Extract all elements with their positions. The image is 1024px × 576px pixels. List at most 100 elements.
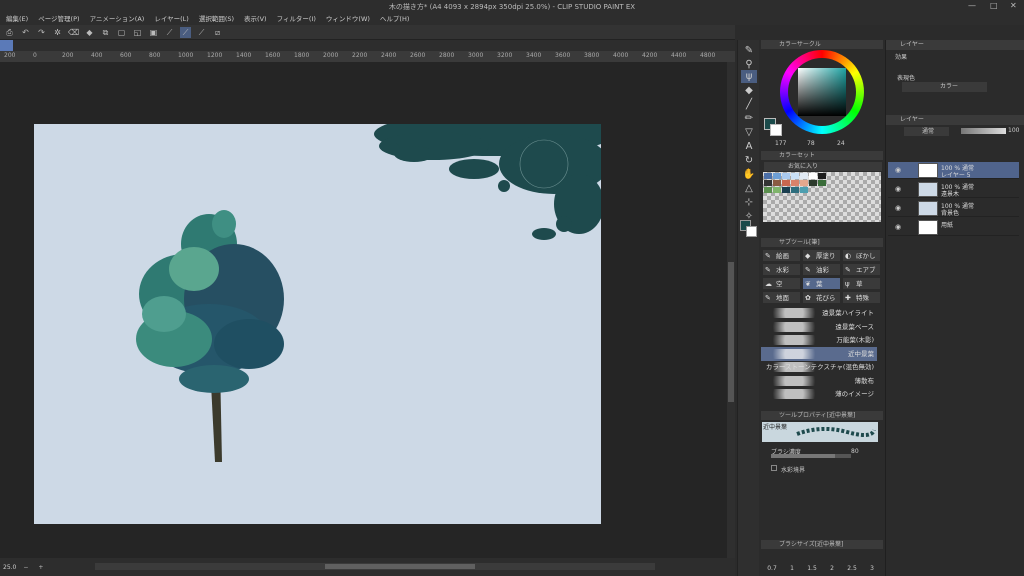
brush-item[interactable]: 薄のイメージ xyxy=(761,387,877,401)
subtool-group-10[interactable]: ✿ 花びら xyxy=(802,291,841,304)
color-set-dropdown[interactable]: お気に入り xyxy=(764,162,882,171)
subtool-group-5[interactable]: ✎エアブラシ xyxy=(842,263,881,287)
brush-size-preset[interactable]: 3 xyxy=(863,552,881,574)
color-wheel[interactable] xyxy=(780,50,864,134)
color-swatch[interactable] xyxy=(782,187,790,193)
color-swatch[interactable] xyxy=(791,187,799,193)
settings-icon[interactable]: ✲ xyxy=(52,27,63,38)
color-swatch[interactable] xyxy=(782,180,790,186)
color-swatch[interactable] xyxy=(791,173,799,179)
density-slider[interactable] xyxy=(771,454,851,458)
brush-item[interactable]: カラーストーンテクスチャ(混色無効) xyxy=(761,360,877,374)
menu-selection[interactable]: 選択範囲(S) xyxy=(199,13,234,25)
maximize-button[interactable]: □ xyxy=(990,1,998,10)
color-swatch[interactable] xyxy=(809,173,817,179)
zoom-in-icon[interactable]: + xyxy=(35,562,46,573)
vertical-scrollbar[interactable] xyxy=(727,62,735,558)
visibility-eye-icon[interactable]: ◉ xyxy=(895,185,901,193)
layer-row[interactable]: ◉ 100 % 通常 レイヤー 5 xyxy=(888,162,1019,179)
subtool-group-1[interactable]: ◆ 厚塗り xyxy=(802,249,841,262)
color-swatch[interactable] xyxy=(800,173,808,179)
subtool-group-0[interactable]: ✎ 絵画 xyxy=(762,249,801,262)
minimize-button[interactable]: — xyxy=(968,1,976,10)
brush-item[interactable]: 遠景葉ベース xyxy=(761,320,877,334)
menu-edit[interactable]: 編集(E) xyxy=(6,13,28,25)
liquify-icon[interactable]: ✋ xyxy=(741,168,757,181)
subtool-group-2[interactable]: ◐ ぼかし xyxy=(842,249,881,262)
color-swatch[interactable] xyxy=(764,180,772,186)
fill-bucket-icon[interactable]: ◆ xyxy=(741,84,757,97)
visibility-eye-icon[interactable]: ◉ xyxy=(895,223,901,231)
brush-size-preset[interactable]: 2.5 xyxy=(843,552,861,574)
snap-ruler-icon[interactable]: ⟋ xyxy=(164,27,175,38)
color-swatch[interactable] xyxy=(818,180,826,186)
color-swatch[interactable] xyxy=(764,173,772,179)
density-value[interactable]: 80 xyxy=(851,448,859,455)
sub-color-chip[interactable] xyxy=(770,124,782,136)
sub-color-swatch[interactable] xyxy=(746,226,757,237)
opacity-slider[interactable] xyxy=(961,128,1006,134)
menu-animation[interactable]: アニメーション(A) xyxy=(90,13,145,25)
subtool-group-11[interactable]: ✚ 特殊 xyxy=(842,291,881,304)
menu-help[interactable]: ヘルプ(H) xyxy=(380,13,409,25)
menu-window[interactable]: ウィンドウ(W) xyxy=(326,13,370,25)
color-swatch[interactable] xyxy=(791,180,799,186)
menu-layer[interactable]: レイヤー(L) xyxy=(154,13,189,25)
layer-tab[interactable]: レイヤー xyxy=(886,40,1024,50)
menu-page[interactable]: ページ管理(P) xyxy=(38,13,79,25)
pencil-icon[interactable]: ✏ xyxy=(741,112,757,125)
deselect-icon[interactable]: ▢ xyxy=(116,27,127,38)
gradient-icon[interactable]: △ xyxy=(741,182,757,195)
blend-mode-dropdown[interactable]: 通常 xyxy=(904,127,949,136)
subtool-group-6[interactable]: ☁ 空 xyxy=(762,277,801,290)
pen-icon[interactable]: ✎ xyxy=(741,44,757,57)
visibility-eye-icon[interactable]: ◉ xyxy=(895,204,901,212)
snap-grid-icon[interactable]: ⟋ xyxy=(196,27,207,38)
layer-row[interactable]: ◉ 用紙 xyxy=(888,219,1019,236)
scrollbar-thumb[interactable] xyxy=(728,262,734,402)
clear-icon[interactable]: ⌫ xyxy=(68,27,79,38)
brush-icon[interactable]: ψ xyxy=(741,70,757,83)
zoom-out-icon[interactable]: − xyxy=(20,562,31,573)
canvas-paper[interactable] xyxy=(34,124,601,524)
brush-size-preset[interactable]: 0.7 xyxy=(763,552,781,574)
color-set-grid[interactable] xyxy=(763,172,881,222)
layer-tab-secondary[interactable]: レイヤー xyxy=(886,115,1024,125)
horizontal-scrollbar[interactable] xyxy=(95,563,655,570)
color-swatch[interactable] xyxy=(800,180,808,186)
blend-icon[interactable]: ⊹ xyxy=(741,196,757,209)
snap-perspective-icon[interactable]: ⧄ xyxy=(212,27,223,38)
visibility-eye-icon[interactable]: ◉ xyxy=(895,166,901,174)
subtool-group-9[interactable]: ✎ 地面 xyxy=(762,291,801,304)
color-swatch[interactable] xyxy=(800,187,808,193)
brush-item[interactable]: 万能葉(木影) xyxy=(761,333,877,347)
menu-filter[interactable]: フィルター(I) xyxy=(277,13,316,25)
line-icon[interactable]: ╱ xyxy=(741,98,757,111)
text-icon[interactable]: A xyxy=(741,140,757,153)
layer-row[interactable]: ◉ 100 % 通常 背景色 xyxy=(888,200,1019,217)
color-swatch[interactable] xyxy=(773,187,781,193)
saturation-value-square[interactable] xyxy=(798,68,846,116)
select-icon[interactable]: ◱ xyxy=(132,27,143,38)
redo-icon[interactable]: ↷ xyxy=(36,27,47,38)
brush-item[interactable]: 遠景葉ハイライト xyxy=(761,306,877,320)
move-icon[interactable]: ↻ xyxy=(741,154,757,167)
watercolor-checkbox[interactable] xyxy=(771,465,777,471)
close-button[interactable]: ✕ xyxy=(1010,1,1017,10)
document-tab[interactable] xyxy=(0,40,13,51)
print-icon[interactable]: ⎙ xyxy=(4,27,15,38)
brush-size-preset[interactable]: 1 xyxy=(783,552,801,574)
subtool-group-8[interactable]: ψ草 xyxy=(842,277,881,290)
color-swatch[interactable] xyxy=(782,173,790,179)
color-swatch[interactable] xyxy=(764,187,772,193)
fill-icon[interactable]: ◆ xyxy=(84,27,95,38)
color-swatch[interactable] xyxy=(773,180,781,186)
color-swatch[interactable] xyxy=(809,180,817,186)
scrollbar-thumb[interactable] xyxy=(325,564,475,569)
eraser-icon[interactable]: ▽ xyxy=(741,126,757,139)
brush-size-preset[interactable]: 1.5 xyxy=(803,552,821,574)
expression-dropdown[interactable]: カラー xyxy=(902,82,987,92)
crop-icon[interactable]: ▣ xyxy=(148,27,159,38)
transform-icon[interactable]: ⧉ xyxy=(100,27,111,38)
opacity-value[interactable]: 100 xyxy=(1008,127,1019,134)
